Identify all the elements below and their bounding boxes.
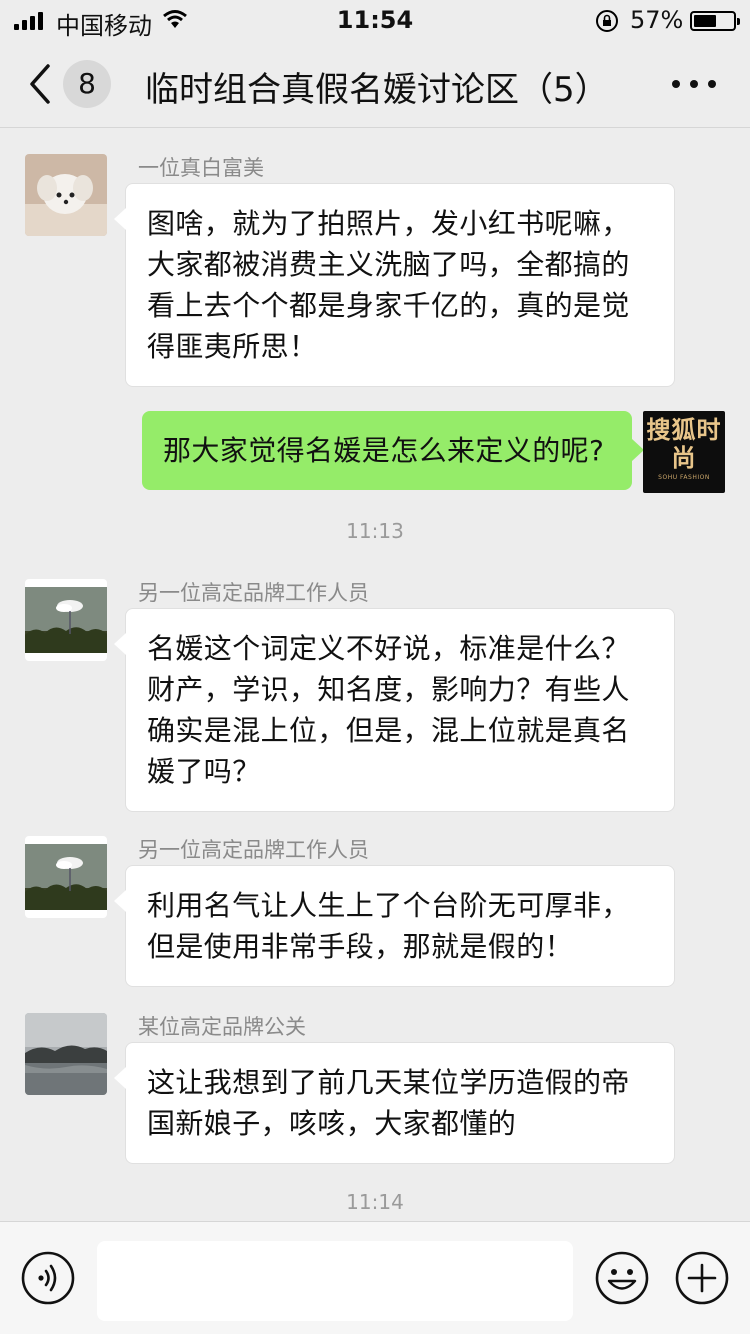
more-options-icon[interactable] [672, 80, 716, 90]
chat-header: 8 临时组合真假名媛讨论区（5） [0, 40, 750, 128]
status-bar: 中国移动 11:54 57% [0, 0, 750, 40]
rotation-lock-icon [596, 10, 618, 32]
tree-cloud-avatar[interactable] [25, 836, 107, 918]
time-divider: 11:14 [346, 1190, 404, 1214]
sender-name: 一位真白富美 [138, 156, 264, 180]
avatar-logo-subtext: SOHU FASHION [658, 474, 710, 481]
sender-name: 另一位高定品牌工作人员 [138, 838, 369, 862]
chat-title: 临时组合真假名媛讨论区（5） [145, 70, 609, 110]
message-input[interactable] [97, 1241, 573, 1321]
message-list[interactable]: 一位真白富美 图啥，就为了拍照片，发小红书呢嘛，大家都被消费主义洗脑了吗，全都搞… [0, 129, 750, 1221]
lake-mountain-avatar[interactable] [25, 1013, 107, 1095]
emoji-icon[interactable] [594, 1250, 650, 1306]
avatar-logo-text: 搜狐时尚 [646, 416, 722, 472]
battery-icon [690, 11, 740, 31]
message-bubble[interactable]: 这让我想到了前几天某位学历造假的帝国新娘子，咳咳，大家都懂的 [114, 1042, 675, 1164]
unread-count-badge[interactable]: 8 [63, 60, 111, 108]
sender-name: 某位高定品牌公关 [138, 1015, 306, 1039]
battery-percentage: 57% [630, 6, 684, 34]
plus-icon[interactable] [674, 1250, 730, 1306]
message-bubble[interactable]: 名媛这个词定义不好说，标准是什么？财产，学识，知名度，影响力？有些人确实是混上位… [114, 608, 675, 812]
message-bubble[interactable]: 利用名气让人生上了个台阶无可厚非，但是使用非常手段，那就是假的！ [114, 865, 675, 987]
message-bubble[interactable]: 那大家觉得名媛是怎么来定义的呢? [142, 411, 644, 490]
sohu-fashion-avatar[interactable]: 搜狐时尚 SOHU FASHION [643, 411, 725, 493]
input-bar [0, 1221, 750, 1334]
dog-avatar[interactable] [25, 154, 107, 236]
back-arrow-icon[interactable] [26, 62, 56, 106]
message-bubble[interactable]: 图啥，就为了拍照片，发小红书呢嘛，大家都被消费主义洗脑了吗，全都搞的看上去个个都… [114, 183, 675, 387]
time-divider: 11:13 [346, 519, 404, 543]
sender-name: 另一位高定品牌工作人员 [138, 581, 369, 605]
battery-level [694, 15, 716, 27]
voice-input-icon[interactable] [20, 1250, 76, 1306]
tree-cloud-avatar[interactable] [25, 579, 107, 661]
